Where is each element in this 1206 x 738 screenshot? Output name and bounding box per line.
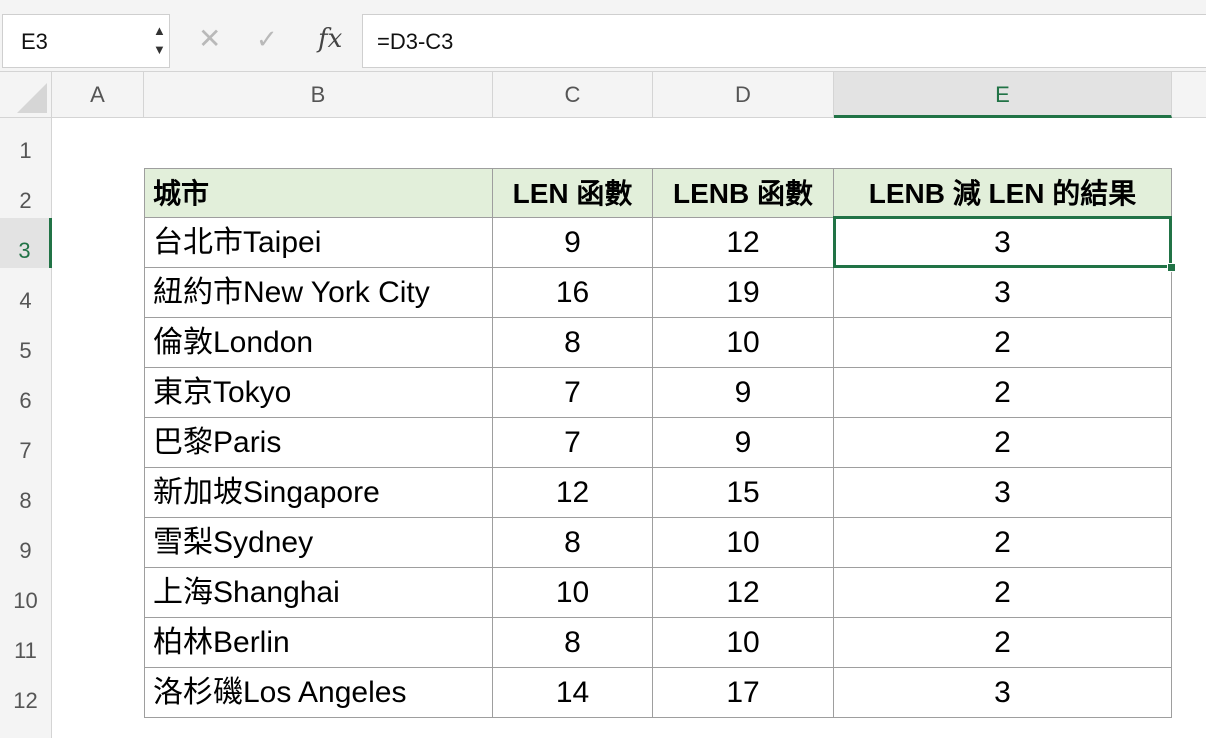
table-cell[interactable]: 3: [834, 268, 1172, 318]
city-name-cell[interactable]: 紐約市New York City: [144, 268, 493, 318]
table-cell[interactable]: 15: [653, 468, 834, 518]
table-cell[interactable]: 3: [834, 218, 1172, 268]
table-cell[interactable]: 8: [493, 618, 653, 668]
row-header-7[interactable]: 7: [0, 418, 52, 468]
table-header-cell[interactable]: LENB 函數: [653, 168, 834, 218]
city-name-cell[interactable]: 洛杉磯Los Angeles: [144, 668, 493, 718]
table-cell[interactable]: 9: [653, 418, 834, 468]
table-cell[interactable]: 3: [834, 668, 1172, 718]
column-header-b[interactable]: B: [144, 72, 493, 118]
table-cell[interactable]: 10: [653, 318, 834, 368]
table-cell[interactable]: 9: [493, 218, 653, 268]
name-box-spinner[interactable]: ▲ ▼: [149, 15, 169, 67]
spreadsheet-grid: ABCDE 1 2 3 4 5 6 7 8 9 10 11 12 城市 LEN 函數 LENB 函數 LEN…: [0, 72, 1206, 738]
table-cell[interactable]: 2: [834, 318, 1172, 368]
column-header-a[interactable]: A: [52, 72, 144, 118]
formula-bar: E3 ▲ ▼ ✕ ✓ fx =D3-C3: [0, 0, 1206, 72]
table-cell[interactable]: 8: [493, 518, 653, 568]
row-header-10[interactable]: 10: [0, 568, 52, 618]
name-box-value: E3: [21, 29, 48, 54]
row-header-8[interactable]: 8: [0, 468, 52, 518]
row-header-overflow: [0, 718, 52, 738]
row-header-11[interactable]: 11: [0, 618, 52, 668]
select-all-button[interactable]: [0, 72, 52, 118]
formula-input[interactable]: =D3-C3: [362, 14, 1206, 68]
checkmark-icon[interactable]: ✓: [256, 24, 278, 55]
table-header-cell[interactable]: 城市: [144, 168, 493, 218]
row-header-9[interactable]: 9: [0, 518, 52, 568]
city-name-cell[interactable]: 雪梨Sydney: [144, 518, 493, 568]
table-cell[interactable]: 10: [653, 518, 834, 568]
table-cell[interactable]: 10: [653, 618, 834, 668]
city-name-cell[interactable]: 倫敦London: [144, 318, 493, 368]
table-cell[interactable]: 2: [834, 568, 1172, 618]
row-header-6[interactable]: 6: [0, 368, 52, 418]
fill-handle[interactable]: [1167, 263, 1176, 272]
table-cell[interactable]: 2: [834, 518, 1172, 568]
cancel-icon[interactable]: ✕: [198, 22, 221, 55]
table-cell[interactable]: 7: [493, 418, 653, 468]
table-cell[interactable]: 17: [653, 668, 834, 718]
select-all-triangle-icon: [17, 83, 47, 113]
row-header-4[interactable]: 4: [0, 268, 52, 318]
chevron-up-icon[interactable]: ▲: [153, 24, 166, 37]
table-cell[interactable]: 8: [493, 318, 653, 368]
city-name-cell[interactable]: 巴黎Paris: [144, 418, 493, 468]
city-name-cell[interactable]: 柏林Berlin: [144, 618, 493, 668]
table-cell[interactable]: 7: [493, 368, 653, 418]
row-header-2[interactable]: 2: [0, 168, 52, 218]
city-name-cell[interactable]: 新加坡Singapore: [144, 468, 493, 518]
table-cell[interactable]: 16: [493, 268, 653, 318]
city-name-cell[interactable]: 台北市Taipei: [144, 218, 493, 268]
row-header-12[interactable]: 12: [0, 668, 52, 718]
table-cell[interactable]: 2: [834, 418, 1172, 468]
table-cell[interactable]: 9: [653, 368, 834, 418]
city-name-cell[interactable]: 上海Shanghai: [144, 568, 493, 618]
city-name-cell[interactable]: 東京Tokyo: [144, 368, 493, 418]
row-header-5[interactable]: 5: [0, 318, 52, 368]
column-header-c[interactable]: C: [493, 72, 653, 118]
formula-text: =D3-C3: [377, 29, 454, 54]
table-cell[interactable]: 12: [653, 568, 834, 618]
column-header-e[interactable]: E: [834, 72, 1172, 118]
table-cell[interactable]: 12: [653, 218, 834, 268]
table-cell[interactable]: 2: [834, 618, 1172, 668]
table-cell[interactable]: 10: [493, 568, 653, 618]
table-header-cell[interactable]: LEN 函數: [493, 168, 653, 218]
insert-function-icon[interactable]: fx: [318, 24, 342, 54]
name-box[interactable]: E3 ▲ ▼: [2, 14, 170, 68]
column-header-d[interactable]: D: [653, 72, 834, 118]
table-cell[interactable]: 14: [493, 668, 653, 718]
column-header-overflow: [1172, 72, 1206, 118]
table-cell[interactable]: 2: [834, 368, 1172, 418]
row-header-3[interactable]: 3: [0, 218, 52, 268]
table-cell[interactable]: 12: [493, 468, 653, 518]
row-header-1[interactable]: 1: [0, 118, 52, 168]
table-cell[interactable]: 3: [834, 468, 1172, 518]
chevron-down-icon[interactable]: ▼: [153, 43, 166, 56]
table-header-cell[interactable]: LENB 減 LEN 的結果: [834, 168, 1172, 218]
table-cell[interactable]: 19: [653, 268, 834, 318]
